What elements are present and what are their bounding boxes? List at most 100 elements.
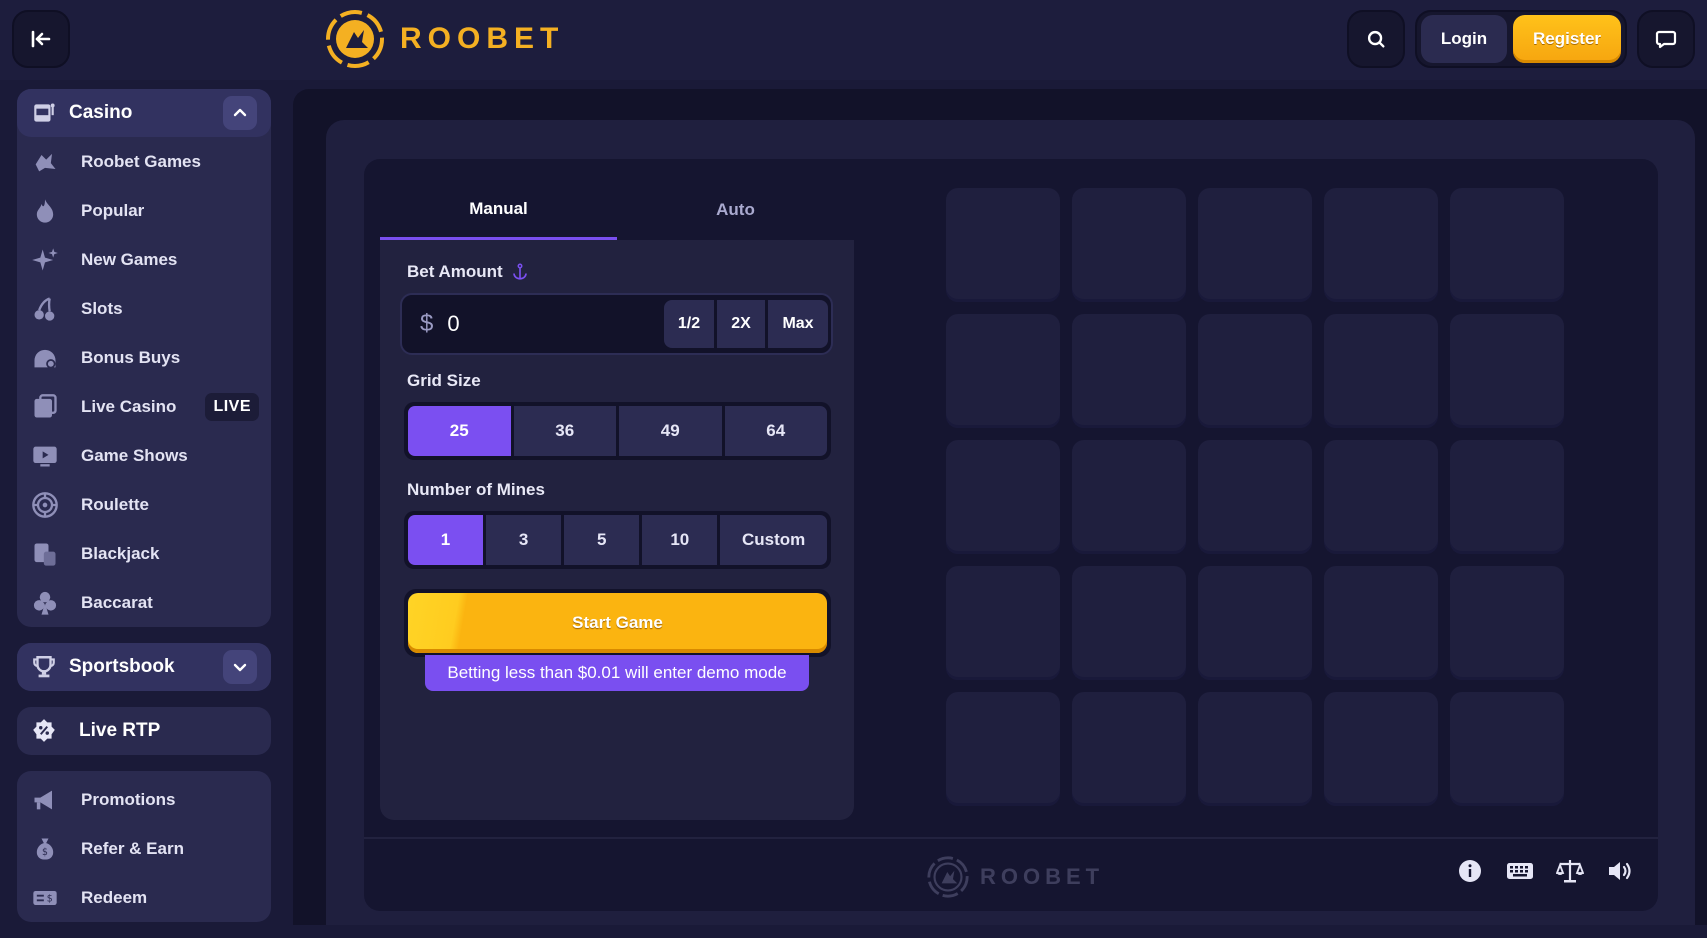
mines-option-1[interactable]: 1 xyxy=(408,515,484,565)
chat-button[interactable] xyxy=(1637,10,1695,68)
grid-size-selector: 25 36 49 64 xyxy=(404,402,831,460)
casino-section-header[interactable]: Casino xyxy=(17,89,271,137)
cherries-icon xyxy=(29,293,61,325)
mine-tile[interactable] xyxy=(1198,566,1312,680)
mines-option-5[interactable]: 5 xyxy=(564,515,640,565)
tab-manual[interactable]: Manual xyxy=(380,180,617,240)
bet-amount-label-row: Bet Amount xyxy=(407,262,529,282)
mines-selector: 1 3 5 10 Custom xyxy=(404,511,831,569)
sidebar-item-new-games[interactable]: New Games xyxy=(17,235,271,284)
casino-section-title: Casino xyxy=(69,102,133,123)
search-button[interactable] xyxy=(1347,10,1405,68)
sidebar-item-slots[interactable]: Slots xyxy=(17,284,271,333)
mine-tile[interactable] xyxy=(946,314,1060,428)
bet-amount-input[interactable]: $ 0 1/2 2X Max xyxy=(400,293,833,355)
sidebar-item-blackjack[interactable]: Blackjack xyxy=(17,529,271,578)
mine-tile[interactable] xyxy=(1072,692,1186,806)
sportsbook-expand-toggle[interactable] xyxy=(223,650,257,684)
sidebar-item-roobet-games[interactable]: Roobet Games xyxy=(17,137,271,186)
mine-tile[interactable] xyxy=(1198,692,1312,806)
register-button[interactable]: Register xyxy=(1513,15,1621,63)
collapse-sidebar-button[interactable] xyxy=(12,10,70,68)
sparkle-icon xyxy=(29,244,61,276)
grid-size-option-25[interactable]: 25 xyxy=(408,406,511,456)
megaphone-icon xyxy=(29,784,61,816)
mine-tile[interactable] xyxy=(1450,692,1564,806)
bet-amount-value[interactable]: 0 xyxy=(447,311,664,337)
mine-tile[interactable] xyxy=(1072,314,1186,428)
svg-text:$: $ xyxy=(42,846,48,857)
info-icon xyxy=(1459,860,1481,882)
info-button[interactable] xyxy=(1456,857,1484,885)
sidebar-item-label: Roulette xyxy=(81,494,149,514)
casino-collapse-toggle[interactable] xyxy=(223,96,257,130)
fairness-button[interactable] xyxy=(1556,857,1584,885)
chat-bubble-icon xyxy=(1655,30,1677,49)
currency-symbol: $ xyxy=(420,310,434,337)
sidebar-item-label: Baccarat xyxy=(81,592,153,612)
anchor-icon[interactable] xyxy=(511,263,529,281)
tv-icon xyxy=(29,440,61,472)
mine-tile[interactable] xyxy=(1450,188,1564,302)
mine-tile[interactable] xyxy=(1324,188,1438,302)
mine-tile[interactable] xyxy=(1198,440,1312,554)
mine-tile[interactable] xyxy=(1324,566,1438,680)
mine-tile[interactable] xyxy=(1072,566,1186,680)
live-casino-icon xyxy=(29,391,61,423)
mines-option-10[interactable]: 10 xyxy=(642,515,718,565)
demo-mode-notice: Betting less than $0.01 will enter demo … xyxy=(425,655,809,691)
tab-auto[interactable]: Auto xyxy=(617,180,854,240)
grid-size-option-64[interactable]: 64 xyxy=(724,406,827,456)
flame-icon xyxy=(29,195,61,227)
chevron-down-icon xyxy=(233,663,247,672)
sidebar-item-refer-earn[interactable]: $ Refer & Earn xyxy=(17,824,271,873)
roobet-kangaroo-logo-icon xyxy=(326,10,384,68)
login-button[interactable]: Login xyxy=(1421,15,1507,63)
start-game-button[interactable]: Start Game xyxy=(408,593,827,653)
sidebar-item-bonus-buys[interactable]: Bonus Buys xyxy=(17,333,271,382)
max-bet-button[interactable]: Max xyxy=(768,300,828,348)
sidebar-item-popular[interactable]: Popular xyxy=(17,186,271,235)
mine-tile[interactable] xyxy=(946,692,1060,806)
mine-tile[interactable] xyxy=(1450,440,1564,554)
sidebar-item-roulette[interactable]: Roulette xyxy=(17,480,271,529)
sidebar-item-live-casino[interactable]: Live Casino LIVE xyxy=(17,382,271,431)
mine-tile[interactable] xyxy=(1324,440,1438,554)
sidebar-item-label: Slots xyxy=(81,298,123,318)
mine-tile[interactable] xyxy=(1072,188,1186,302)
mines-tile-grid xyxy=(946,188,1564,806)
club-icon xyxy=(29,587,61,619)
sportsbook-section: Sportsbook xyxy=(17,643,271,691)
mine-tile[interactable] xyxy=(1072,440,1186,554)
mine-tile[interactable] xyxy=(946,188,1060,302)
mine-tile[interactable] xyxy=(1324,314,1438,428)
mine-tile[interactable] xyxy=(1450,314,1564,428)
hotkeys-button[interactable] xyxy=(1506,857,1534,885)
mine-tile[interactable] xyxy=(1324,692,1438,806)
mines-option-3[interactable]: 3 xyxy=(486,515,562,565)
mine-tile[interactable] xyxy=(946,440,1060,554)
sportsbook-section-header[interactable]: Sportsbook xyxy=(17,643,271,691)
sidebar-item-baccarat[interactable]: Baccarat xyxy=(17,578,271,627)
mines-option-custom[interactable]: Custom xyxy=(720,515,827,565)
mine-tile[interactable] xyxy=(946,566,1060,680)
casino-section: Casino Roobet Games Popular New Games Sl… xyxy=(17,89,271,627)
roulette-icon xyxy=(29,489,61,521)
footer-logo: ROOBET xyxy=(926,855,1104,899)
grid-size-option-36[interactable]: 36 xyxy=(513,406,616,456)
mine-tile[interactable] xyxy=(1198,188,1312,302)
percent-badge-icon xyxy=(33,719,55,742)
roobet-logo[interactable]: ROOBET xyxy=(324,8,564,70)
search-icon xyxy=(1367,30,1385,48)
half-bet-button[interactable]: 1/2 xyxy=(664,300,714,348)
scales-icon xyxy=(1556,860,1584,883)
live-rtp-link[interactable]: Live RTP xyxy=(17,707,271,755)
mine-tile[interactable] xyxy=(1198,314,1312,428)
sound-toggle-button[interactable] xyxy=(1606,857,1634,885)
grid-size-option-49[interactable]: 49 xyxy=(619,406,722,456)
sidebar-item-promotions[interactable]: Promotions xyxy=(17,775,271,824)
mine-tile[interactable] xyxy=(1450,566,1564,680)
double-bet-button[interactable]: 2X xyxy=(717,300,765,348)
sidebar-item-redeem[interactable]: $ Redeem xyxy=(17,873,271,922)
sidebar-item-game-shows[interactable]: Game Shows xyxy=(17,431,271,480)
